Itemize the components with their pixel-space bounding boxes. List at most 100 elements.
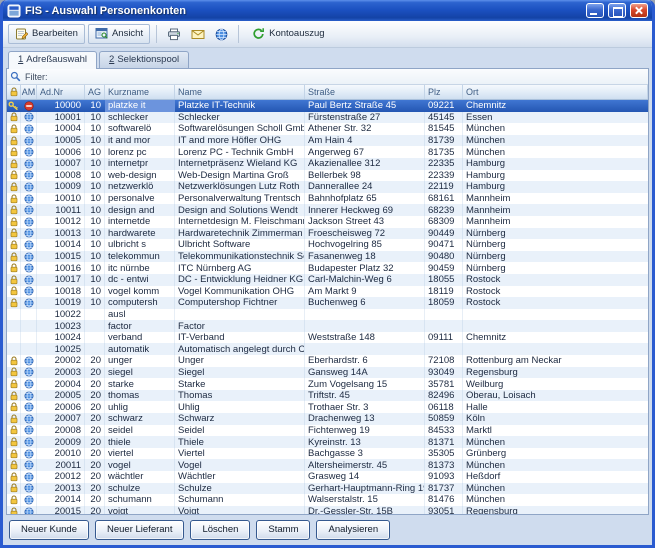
table-row[interactable]: 20009 20 thiele Thiele Kyreinstr. 13 813… xyxy=(7,436,648,448)
table-row[interactable]: 10009 10 netzwerklö Netzwerklösungen Lut… xyxy=(7,181,648,193)
close-button[interactable] xyxy=(630,3,648,18)
row-lock-icon xyxy=(7,216,21,228)
cell-strasse: Am Hain 4 xyxy=(305,135,425,147)
table-row[interactable]: 20010 20 viertel Viertel Bachgasse 3 353… xyxy=(7,448,648,460)
header-adnr[interactable]: Ad.Nr xyxy=(37,85,85,99)
table-row[interactable]: 20011 20 vogel Vogel Altersheimerstr. 45… xyxy=(7,459,648,471)
row-lock-icon xyxy=(7,401,21,413)
header-plz[interactable]: Plz xyxy=(425,85,463,99)
table-row[interactable]: 10005 10 it and mor IT and more Höfler O… xyxy=(7,135,648,147)
table-row[interactable]: 10014 10 ulbricht s Ulbricht Software Ho… xyxy=(7,239,648,251)
table-row[interactable]: 10006 10 lorenz pc Lorenz PC - Technik G… xyxy=(7,146,648,158)
app-icon xyxy=(7,4,21,18)
cell-adnr: 10011 xyxy=(37,204,85,216)
row-web-icon xyxy=(21,494,37,506)
table-row[interactable]: 20014 20 schumann Schumann Walserstalstr… xyxy=(7,494,648,506)
table-row[interactable]: 10024 verband IT-Verband Weststraße 148 … xyxy=(7,332,648,344)
table-row[interactable]: 10023 factor Factor xyxy=(7,320,648,332)
table-row[interactable]: 10001 10 schlecker Schlecker Fürstenstra… xyxy=(7,112,648,124)
table-row[interactable]: 20015 20 voigt Voigt Dr.-Gessler-Str. 15… xyxy=(7,506,648,514)
cell-name: Computershop Fichtner xyxy=(175,297,305,309)
neuer-kunde-button[interactable]: Neuer Kunde xyxy=(9,520,89,540)
table-row[interactable]: 10018 10 vogel komm Vogel Kommunikation … xyxy=(7,286,648,298)
row-lock-icon xyxy=(7,343,21,355)
cell-plz: 81476 xyxy=(425,494,463,506)
table-row[interactable]: 10015 10 telekommun Telekommunikationste… xyxy=(7,251,648,263)
web-button[interactable] xyxy=(211,24,232,44)
row-lock-icon xyxy=(7,425,21,437)
cell-name: Web-Design Martina Groß xyxy=(175,170,305,182)
stamm-button[interactable]: Stamm xyxy=(256,520,310,540)
header-ag[interactable]: AG xyxy=(85,85,105,99)
cell-ag: 10 xyxy=(85,239,105,251)
ansicht-button[interactable]: Ansicht xyxy=(88,24,150,44)
magnifier-icon[interactable] xyxy=(10,71,21,82)
edit-pad-icon xyxy=(15,27,28,40)
table-row[interactable]: 10013 10 hardwarete Hardwaretechnik Zimm… xyxy=(7,228,648,240)
table-row[interactable]: 10012 10 internetde Internetdesign M. Fl… xyxy=(7,216,648,228)
table-row[interactable]: 10000 10 platzke it Platzke IT-Technik P… xyxy=(7,100,648,112)
table-row[interactable]: 10025 automatik Automatisch angelegt dur… xyxy=(7,343,648,355)
cell-name: Viertel xyxy=(175,448,305,460)
header-kurzname[interactable]: Kurzname xyxy=(105,85,175,99)
table-row[interactable]: 10016 10 itc nürnbe ITC Nürnberg AG Buda… xyxy=(7,262,648,274)
filter-input[interactable] xyxy=(52,71,646,83)
titlebar: FIS - Auswahl Personenkonten xyxy=(3,0,652,21)
maximize-button[interactable] xyxy=(608,3,626,18)
table-row[interactable]: 20008 20 seidel Seidel Fichtenweg 19 845… xyxy=(7,425,648,437)
cell-ag: 20 xyxy=(85,390,105,402)
filter-label: Filter: xyxy=(25,72,48,82)
analysieren-button[interactable]: Analysieren xyxy=(316,520,390,540)
header-name[interactable]: Name xyxy=(175,85,305,99)
kontoauszug-label: Kontoauszug xyxy=(269,28,324,39)
cell-name: Vogel Kommunikation OHG xyxy=(175,286,305,298)
row-lock-icon xyxy=(7,158,21,170)
tab-adressauswahl[interactable]: 1Adreßauswahl xyxy=(8,51,97,69)
cell-plz: 35781 xyxy=(425,378,463,390)
table-row[interactable]: 20004 20 starke Starke Zum Vogelsang 15 … xyxy=(7,378,648,390)
table-row[interactable]: 10017 10 dc - entwi DC - Entwicklung Hei… xyxy=(7,274,648,286)
kontoauszug-button[interactable]: Kontoauszug xyxy=(245,24,331,44)
table-row[interactable]: 10010 10 personalve Personalverwaltung T… xyxy=(7,193,648,205)
table-row[interactable]: 10004 10 softwarelö Softwarelösungen Sch… xyxy=(7,123,648,135)
table-row[interactable]: 20012 20 wächtler Wächtler Grasweg 14 91… xyxy=(7,471,648,483)
table-row[interactable]: 20007 20 schwarz Schwarz Drachenweg 13 5… xyxy=(7,413,648,425)
row-lock-icon xyxy=(7,170,21,182)
cell-name: Ulbricht Software xyxy=(175,239,305,251)
row-lock-icon xyxy=(7,262,21,274)
cell-ag: 20 xyxy=(85,401,105,413)
loeschen-button[interactable]: Löschen xyxy=(190,520,250,540)
neuer-lieferant-button[interactable]: Neuer Lieferant xyxy=(95,520,184,540)
row-lock-icon xyxy=(7,123,21,135)
minimize-button[interactable] xyxy=(586,3,604,18)
cell-plz: 93049 xyxy=(425,367,463,379)
table-row[interactable]: 20005 20 thomas Thomas Triftstr. 45 8249… xyxy=(7,390,648,402)
header-am[interactable]: AM xyxy=(21,85,37,99)
printer-button[interactable] xyxy=(163,24,184,44)
address-list-panel: Filter: AM Ad.Nr AG Kurzname Name Straße… xyxy=(6,68,649,515)
tab-selektionspool[interactable]: 2Selektionspool xyxy=(99,51,189,68)
header-lock-icon[interactable] xyxy=(7,85,21,99)
table-row[interactable]: 10007 10 internetpr Internetpräsenz Wiel… xyxy=(7,158,648,170)
row-web-icon xyxy=(21,100,37,112)
cell-plz: 81737 xyxy=(425,483,463,495)
table-row[interactable]: 10022 ausl xyxy=(7,309,648,321)
mail-button[interactable] xyxy=(187,24,208,44)
row-web-icon xyxy=(21,170,37,182)
table-row[interactable]: 10019 10 computersh Computershop Fichtne… xyxy=(7,297,648,309)
cell-plz: 90471 xyxy=(425,239,463,251)
table-row[interactable]: 20013 20 schulze Schulze Gerhart-Hauptma… xyxy=(7,483,648,495)
table-row[interactable]: 20003 20 siegel Siegel Gansweg 14A 93049… xyxy=(7,367,648,379)
cell-strasse: Fichtenweg 19 xyxy=(305,425,425,437)
cell-kurzname: schlecker xyxy=(105,112,175,124)
cell-strasse: Jackson Street 43 xyxy=(305,216,425,228)
header-strasse[interactable]: Straße xyxy=(305,85,425,99)
bearbeiten-button[interactable]: Bearbeiten xyxy=(8,24,85,44)
table-row[interactable]: 20002 20 unger Unger Eberhardstr. 6 7210… xyxy=(7,355,648,367)
table-row[interactable]: 10011 10 design and Design and Solutions… xyxy=(7,204,648,216)
table-row[interactable]: 10008 10 web-design Web-Design Martina G… xyxy=(7,170,648,182)
window-content: 1Adreßauswahl 2Selektionspool Filter: AM… xyxy=(3,48,652,545)
cell-kurzname: starke xyxy=(105,378,175,390)
table-row[interactable]: 20006 20 uhlig Uhlig Trothaer Str. 3 061… xyxy=(7,401,648,413)
header-ort[interactable]: Ort xyxy=(463,85,648,99)
